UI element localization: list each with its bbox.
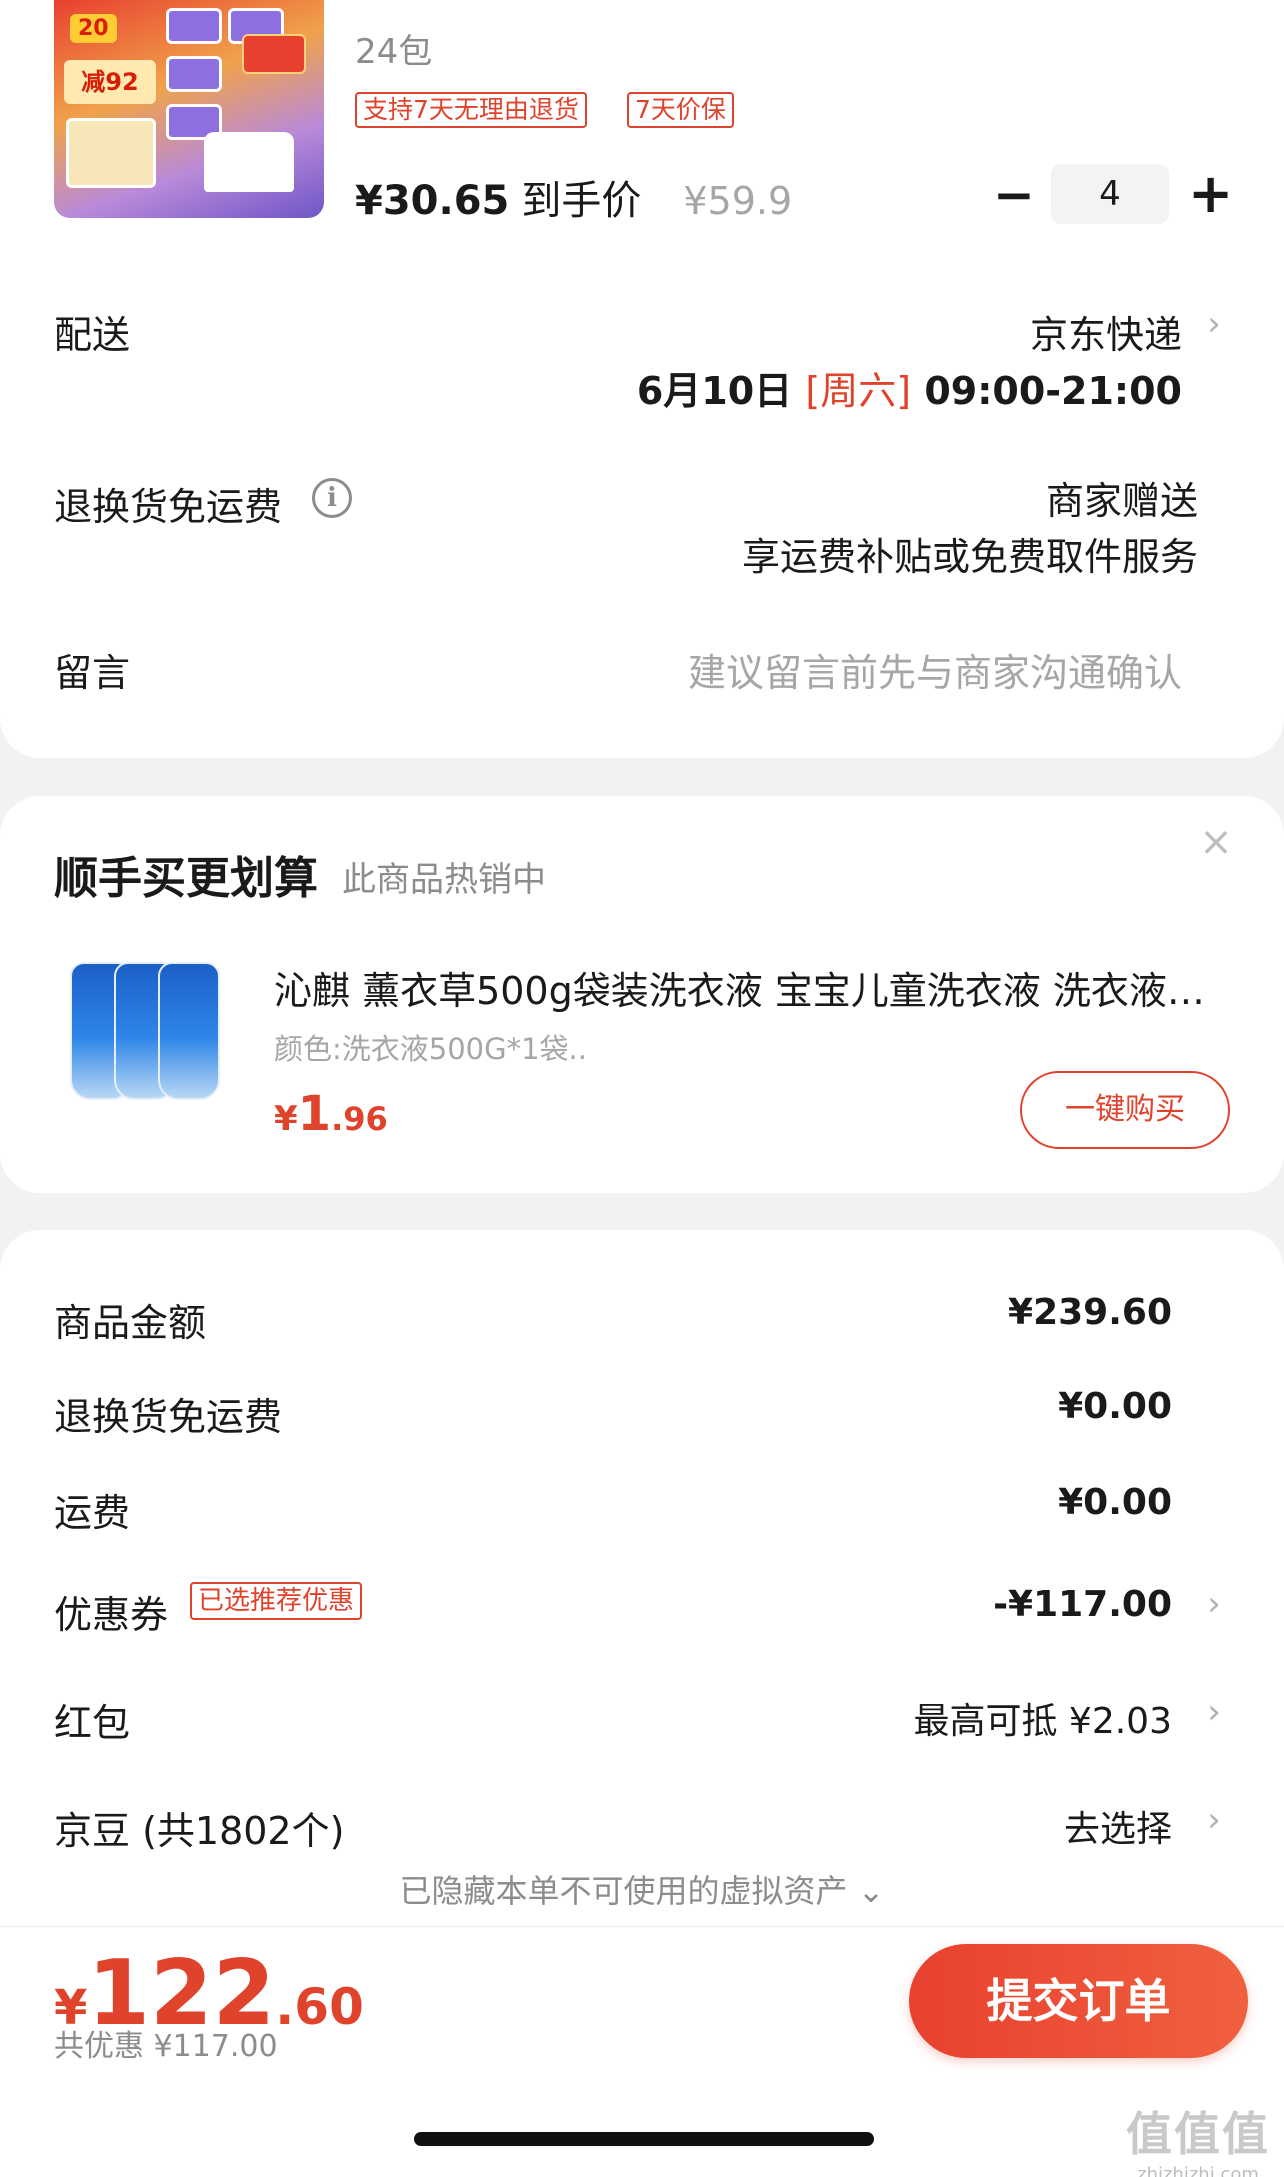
upsell-card: 顺手买更划算 此商品热销中 × 沁麒 薰衣草500g袋装洗衣液 宝宝儿童洗衣液 …: [0, 796, 1284, 1193]
thumb-pack: [66, 118, 156, 188]
info-icon[interactable]: i: [312, 478, 352, 518]
upsell-product-image[interactable]: [70, 962, 220, 1102]
product-spec: 24包: [355, 32, 433, 72]
delivery-label: 配送: [54, 313, 131, 357]
delivery-weekday: [周六]: [805, 369, 912, 413]
watermark: 值值值 zhizhizhi.com: [1126, 2098, 1270, 2177]
upsell-price-int: 1: [297, 1086, 332, 1142]
quick-buy-button[interactable]: 一键购买: [1020, 1071, 1230, 1149]
return-shipping-value-1: 商家赠送: [1045, 479, 1198, 523]
watermark-url: zhizhizhi.com: [1137, 2164, 1259, 2177]
thumb-pack: [166, 56, 222, 92]
hidden-assets-toggle[interactable]: 已隐藏本单不可使用的虚拟资产 ⌄: [0, 1866, 1284, 1912]
product-thumbnail[interactable]: 20 减92: [54, 0, 324, 218]
summary-return-shipping-label: 退换货免运费: [54, 1395, 283, 1439]
service-tag-return: 支持7天无理由退货: [355, 92, 587, 128]
message-label: 留言: [54, 651, 131, 695]
upsell-price-dec: .96: [331, 1100, 388, 1138]
price-summary-card: 商品金额 ¥239.60 退换货免运费 ¥0.00 运费 ¥0.00 优惠券 已…: [0, 1230, 1284, 1930]
summary-coupon-value[interactable]: -¥117.00: [993, 1584, 1172, 1625]
final-price-label: 到手价: [521, 178, 642, 224]
summary-jingdou-value[interactable]: 去选择: [1064, 1800, 1172, 1852]
thumb-express-badge: [242, 34, 306, 74]
message-input[interactable]: 建议留言前先与商家沟通确认: [688, 642, 1182, 697]
total-discount-note: 共优惠 ¥117.00: [54, 2029, 278, 2064]
chevron-right-icon[interactable]: ›: [1202, 304, 1226, 344]
close-icon[interactable]: ×: [1196, 822, 1236, 862]
thumb-promo: 减92: [64, 60, 156, 104]
price-row: ¥30.65 到手价 ¥59.9: [355, 168, 793, 224]
delivery-carrier[interactable]: 京东快递: [1030, 304, 1182, 359]
thumb-badge: 20: [70, 14, 117, 43]
quantity-input[interactable]: 4: [1051, 164, 1169, 224]
quantity-increase-button[interactable]: +: [1188, 167, 1233, 221]
summary-redpacket-value[interactable]: 最高可抵 ¥2.03: [913, 1692, 1172, 1744]
submit-order-button[interactable]: 提交订单: [909, 1944, 1248, 2058]
order-item-card: 20 减92 24包 支持7天无理由退货 7天价保 ¥30.65 到手价 ¥59…: [0, 0, 1284, 758]
thumb-pack: [166, 8, 222, 44]
original-price: ¥59.9: [683, 179, 793, 223]
service-tag-price-protect: 7天价保: [627, 92, 734, 128]
upsell-price: ¥1.96: [274, 1086, 388, 1142]
home-indicator[interactable]: [414, 2132, 874, 2146]
coupon-recommended-tag: 已选推荐优惠: [190, 1582, 363, 1620]
summary-goods-value: ¥239.60: [1008, 1292, 1172, 1333]
chevron-right-icon[interactable]: ›: [1202, 1800, 1226, 1840]
summary-jingdou-label: 京豆 (共1802个): [54, 1809, 345, 1853]
delivery-date: 6月10日: [636, 369, 793, 413]
delivery-window: 09:00-21:00: [924, 369, 1182, 413]
summary-shipping-value: ¥0.00: [1058, 1482, 1172, 1523]
chevron-right-icon[interactable]: ›: [1202, 1692, 1226, 1732]
summary-shipping-label: 运费: [54, 1491, 131, 1535]
summary-coupon-label: 优惠券: [54, 1593, 169, 1637]
delivery-time[interactable]: 6月10日 [周六] 09:00-21:00: [637, 360, 1182, 415]
return-shipping-label: 退换货免运费: [54, 485, 283, 529]
bottle-shape: [158, 962, 220, 1100]
thumb-tissue: [204, 132, 294, 192]
summary-goods-label: 商品金额: [54, 1301, 207, 1345]
summary-return-shipping-value: ¥0.00: [1058, 1386, 1172, 1427]
upsell-price-currency: ¥: [274, 1099, 298, 1139]
final-price: ¥30.65: [355, 178, 510, 224]
upsell-product-attr: 颜色:洗衣液500G*1袋..: [274, 1032, 587, 1066]
upsell-subtitle: 此商品热销中: [342, 860, 546, 900]
summary-redpacket-label: 红包: [54, 1701, 131, 1745]
total-dec: .60: [275, 1978, 364, 2036]
chevron-right-icon[interactable]: ›: [1202, 1584, 1226, 1624]
return-shipping-value-2: 享运费补贴或免费取件服务: [741, 535, 1198, 579]
upsell-title: 顺手买更划算: [54, 853, 318, 904]
watermark-logo: 值值值: [1126, 2107, 1270, 2161]
quantity-decrease-button[interactable]: −: [993, 170, 1035, 220]
upsell-product-name[interactable]: 沁麒 薰衣草500g袋装洗衣液 宝宝儿童洗衣液 洗衣液 持久留香 家庭装: [274, 960, 1214, 1015]
